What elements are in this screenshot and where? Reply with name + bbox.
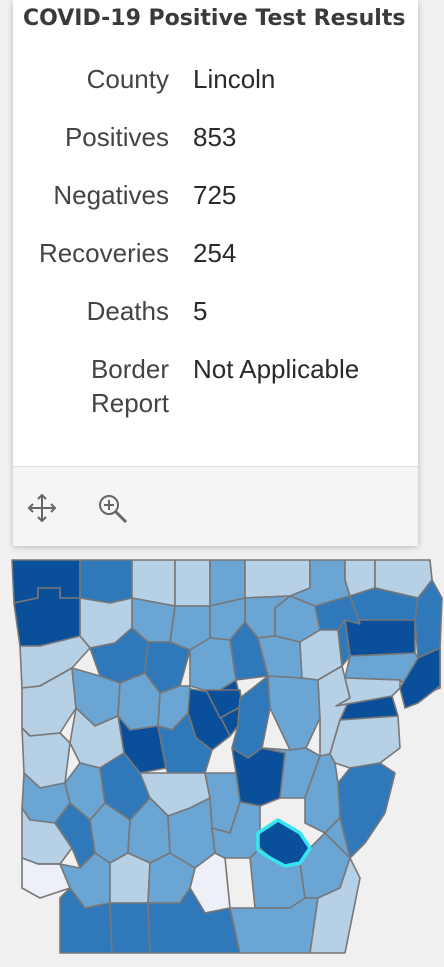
county-map[interactable] — [0, 558, 444, 962]
attr-value: 5 — [193, 296, 208, 326]
popup-actions — [13, 466, 418, 546]
county-shape[interactable] — [109, 902, 151, 954]
attr-value: 725 — [193, 180, 237, 210]
county-shape[interactable] — [79, 559, 133, 604]
attr-row-border-report: Border Report Not Applicable — [13, 352, 418, 420]
popup-title: COVID-19 Positive Test Results — [23, 6, 406, 31]
attribute-table: County Lincoln Positives 853 Negatives 7… — [13, 62, 418, 444]
pan-button[interactable] — [25, 491, 59, 525]
arkansas-map[interactable] — [0, 558, 444, 962]
attr-label: Recoveries — [38, 238, 169, 268]
attr-row-negatives: Negatives 725 — [13, 178, 418, 212]
feature-popup: COVID-19 Positive Test Results County Li… — [13, 0, 418, 546]
attr-value: 254 — [193, 238, 237, 268]
attr-label: Negatives — [53, 180, 169, 210]
attr-row-deaths: Deaths 5 — [13, 294, 418, 328]
attr-label: Deaths — [86, 296, 169, 326]
attr-value: Not Applicable — [193, 354, 360, 384]
attr-label: Positives — [64, 122, 169, 152]
county-shape[interactable] — [267, 675, 321, 751]
county-shape[interactable] — [174, 559, 211, 607]
county-shape[interactable] — [329, 715, 401, 769]
county-shape[interactable] — [109, 852, 151, 904]
attr-row-positives: Positives 853 — [13, 120, 418, 154]
attr-value: Lincoln — [193, 64, 276, 94]
zoom-to-button[interactable] — [95, 491, 129, 525]
attr-value: 853 — [193, 122, 237, 152]
attr-row-county: County Lincoln — [13, 62, 418, 96]
attr-label: County — [86, 64, 169, 94]
pan-icon — [27, 493, 57, 523]
attr-label: Border Report — [90, 354, 169, 418]
county-shape[interactable] — [344, 619, 416, 657]
zoom-to-icon — [99, 495, 128, 524]
attr-row-recoveries: Recoveries 254 — [13, 236, 418, 270]
